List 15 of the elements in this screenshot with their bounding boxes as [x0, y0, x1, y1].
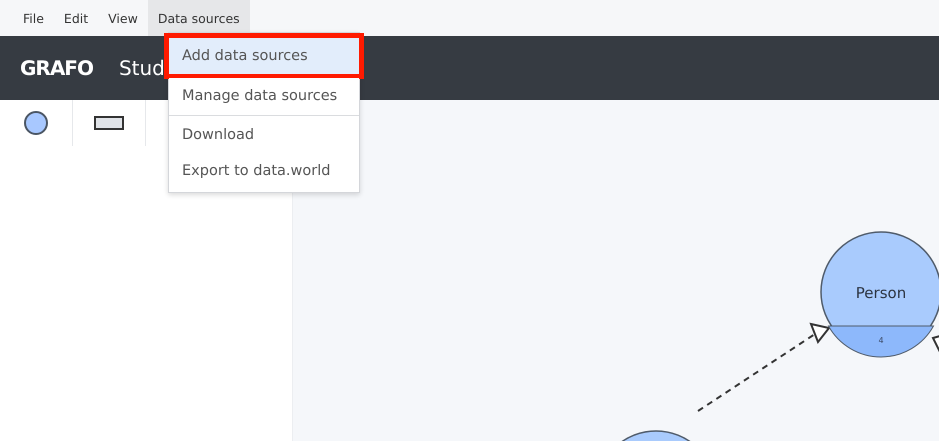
menu-item[interactable]: Edit — [54, 0, 98, 36]
menu-item[interactable]: File — [13, 0, 54, 36]
node-label: Person — [856, 284, 906, 302]
dropdown-item[interactable]: Add data sources — [169, 38, 359, 74]
menu-item[interactable]: View — [98, 0, 148, 36]
class-node[interactable] — [820, 231, 939, 358]
app-title: Stud — [118, 56, 165, 80]
menu-item[interactable]: Data sources — [148, 0, 250, 36]
dropdown-item[interactable]: Download — [169, 117, 359, 153]
dropdown-item[interactable]: Export to data.world — [169, 153, 359, 189]
property-count: 4 — [878, 336, 884, 345]
rectangle-tool-icon[interactable] — [94, 115, 124, 131]
dropdown-item[interactable]: Manage data sources — [169, 78, 359, 114]
logo: GRAFO — [20, 56, 93, 80]
circle-tool-icon[interactable] — [23, 110, 49, 136]
